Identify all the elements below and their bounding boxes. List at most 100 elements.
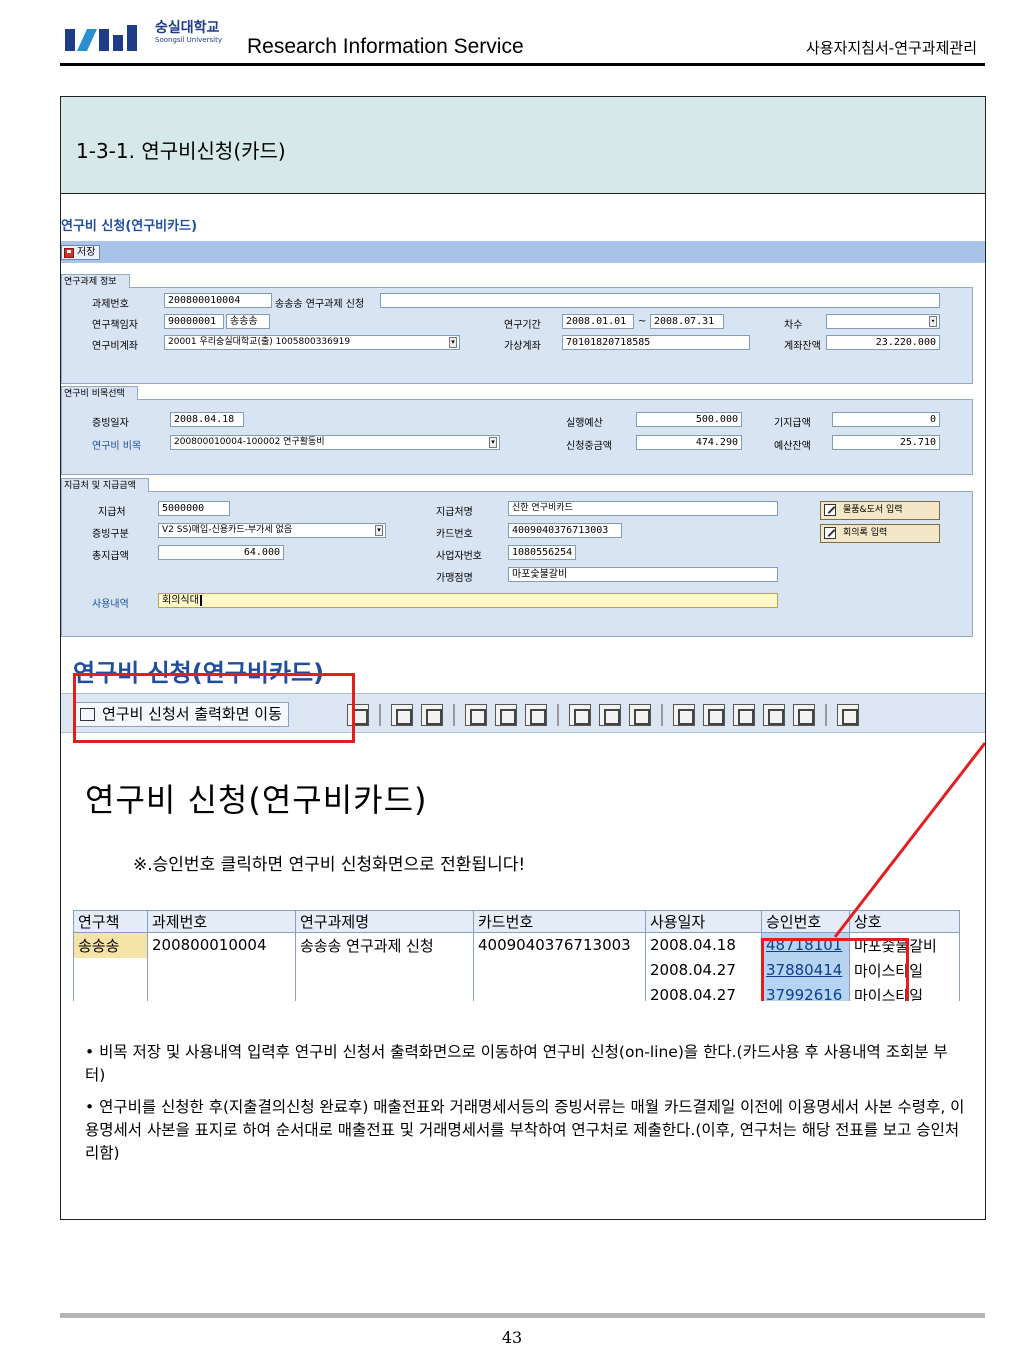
account-balance-field[interactable]: 23.220.000 bbox=[826, 335, 940, 350]
description-paragraph-2: • 연구비를 신청한 후(지출결의신청 완료후) 매출전표와 거래명세서등의 증… bbox=[85, 1098, 965, 1162]
table-cell bbox=[73, 982, 148, 1001]
layout-grid-icon[interactable] bbox=[837, 704, 859, 726]
first-page-icon[interactable] bbox=[391, 704, 413, 726]
toolbar-separator bbox=[661, 704, 663, 726]
minutes-button-label: 회의록 입력 bbox=[843, 528, 888, 538]
budget-item-tab: 연구비 비목선택 bbox=[61, 386, 138, 400]
minutes-input-button[interactable]: 회의록 입력 bbox=[820, 524, 940, 543]
account-select[interactable]: 20001 우리숭실대학교(출) 1005800336919 ▾ bbox=[164, 335, 460, 350]
usage-input[interactable]: 회의식대 bbox=[158, 593, 778, 608]
table-cell bbox=[147, 982, 296, 1001]
budget-item-group: 연구비 비목선택 증빙일자 2008.04.18 연구비 비목 20080001… bbox=[61, 386, 973, 475]
dropdown-icon: ▾ bbox=[929, 316, 937, 327]
footer-rule bbox=[60, 1313, 985, 1318]
budget-remaining-field[interactable]: 25.710 bbox=[832, 435, 940, 450]
requested-amount-label: 신청중금액 bbox=[566, 441, 612, 452]
export-icon[interactable] bbox=[673, 704, 695, 726]
edit-icon bbox=[824, 504, 836, 516]
sap-screen-zoomed: 연구비 신청(연구비카드) 연구비 신청서 출력화면 이동 연구비 신청(연구비… bbox=[61, 645, 985, 1001]
sap-screen-application: 연구비 신청(연구비카드) 저장 연구과제 정보 과제번호 2008000100… bbox=[61, 205, 985, 645]
payee-tab: 지급처 및 지급금액 bbox=[61, 478, 149, 492]
local-file-icon[interactable] bbox=[733, 704, 755, 726]
column-header[interactable]: 사용일자 bbox=[645, 910, 762, 933]
period-from-field[interactable]: 2008.01.01 bbox=[562, 314, 634, 329]
collapse-icon[interactable] bbox=[629, 704, 651, 726]
goods-books-button-label: 물품&도서 입력 bbox=[843, 505, 903, 515]
period-to-field[interactable]: 2008.07.31 bbox=[650, 314, 724, 329]
total-amount-field[interactable]: 64.000 bbox=[158, 545, 284, 560]
save-disk-icon bbox=[64, 247, 74, 258]
card-no-label: 카드번호 bbox=[436, 529, 473, 540]
virtual-account-field[interactable]: 70101820718585 bbox=[562, 335, 750, 350]
dropdown-icon: ▾ bbox=[375, 525, 383, 536]
store-name-field[interactable]: 마포숯불갈비 bbox=[508, 567, 778, 582]
evidence-type-value: V2 SS)매입-신용카드-부가세 없음 bbox=[162, 525, 293, 535]
filter-icon[interactable] bbox=[495, 704, 517, 726]
payee-label: 지급처 bbox=[98, 507, 126, 518]
sum-icon[interactable] bbox=[569, 704, 591, 726]
requested-amount-field[interactable]: 474.290 bbox=[636, 435, 742, 450]
column-header[interactable]: 카드번호 bbox=[473, 910, 646, 933]
card-no-field[interactable]: 4009040376713003 bbox=[508, 523, 622, 538]
biz-no-label: 사업자번호 bbox=[436, 551, 482, 562]
sap-toolbar: 저장 bbox=[61, 241, 985, 263]
table-cell: 200800010004 bbox=[147, 932, 296, 958]
column-header[interactable]: 연구책 bbox=[73, 910, 148, 933]
description-paragraph-1: • 비목 저장 및 사용내역 입력후 연구비 신청서 출력화면으로 이동하여 연… bbox=[85, 1043, 948, 1084]
evidence-date-label: 증빙일자 bbox=[92, 418, 129, 429]
funnel-icon[interactable] bbox=[525, 704, 547, 726]
approval-number-highlight bbox=[761, 938, 909, 1001]
evidence-type-label: 증빙구분 bbox=[92, 529, 129, 540]
round-select[interactable]: ▾ bbox=[826, 314, 940, 329]
account-balance-label: 계좌잔액 bbox=[784, 341, 821, 352]
biz-no-field[interactable]: 1080556254 bbox=[508, 545, 576, 560]
payee-name-field[interactable]: 신한 연구비카드 bbox=[508, 501, 778, 516]
virtual-account-label: 가상계좌 bbox=[504, 341, 541, 352]
table-cell bbox=[473, 982, 646, 1001]
print-icon[interactable] bbox=[465, 704, 487, 726]
account-label: 연구비계좌 bbox=[92, 341, 138, 352]
abc-icon[interactable] bbox=[763, 704, 785, 726]
evidence-date-field[interactable]: 2008.04.18 bbox=[170, 412, 244, 427]
table-cell: 4009040376713003 bbox=[473, 932, 646, 958]
budget-item-select[interactable]: 200800010004-100002 연구활동비 ▾ bbox=[170, 435, 500, 450]
project-no-field[interactable]: 200800010004 bbox=[164, 293, 272, 308]
evidence-type-select[interactable]: V2 SS)매입-신용카드-부가세 없음 ▾ bbox=[158, 523, 386, 538]
description-text: • 비목 저장 및 사용내역 입력후 연구비 신청서 출력화면으로 이동하여 연… bbox=[85, 1041, 965, 1174]
dropdown-icon: ▾ bbox=[489, 437, 497, 448]
subtotal-icon[interactable] bbox=[599, 704, 621, 726]
table-cell: 송송송 연구과제 신청 bbox=[295, 932, 474, 958]
page-number: 43 bbox=[501, 1328, 523, 1347]
pi-id-field[interactable]: 90000001 bbox=[164, 314, 224, 329]
university-name-en: Soongsil University bbox=[155, 36, 222, 44]
word-icon[interactable] bbox=[793, 704, 815, 726]
section-header: 1-3-1. 연구비신청(카드) bbox=[61, 97, 985, 194]
toolbar-separator bbox=[825, 704, 827, 726]
payee-field[interactable]: 5000000 bbox=[158, 501, 230, 516]
pi-name-field[interactable]: 송송송 bbox=[226, 314, 270, 329]
column-header[interactable]: 연구과제명 bbox=[295, 910, 474, 933]
column-header[interactable]: 과제번호 bbox=[147, 910, 296, 933]
paid-amount-field[interactable]: 0 bbox=[832, 412, 940, 427]
exec-budget-field[interactable]: 500.000 bbox=[636, 412, 742, 427]
university-name-kr: 숭실대학교 bbox=[155, 20, 220, 36]
goods-books-input-button[interactable]: 물품&도서 입력 bbox=[820, 501, 940, 520]
pi-label: 연구책임자 bbox=[92, 320, 138, 331]
payee-name-label: 지급처명 bbox=[436, 507, 473, 518]
save-button[interactable]: 저장 bbox=[61, 245, 101, 260]
project-info-group: 연구과제 정보 과제번호 200800010004 송송송 연구과제 신청 연구… bbox=[61, 274, 973, 384]
table-cell bbox=[295, 957, 474, 983]
university-logo-icon bbox=[65, 25, 137, 51]
print-button-highlight bbox=[73, 673, 355, 743]
project-name-field[interactable] bbox=[380, 293, 940, 308]
dropdown-icon: ▾ bbox=[449, 337, 457, 348]
content-frame: 1-3-1. 연구비신청(카드) 연구비 신청(연구비카드) 저장 연구과제 정… bbox=[60, 96, 986, 1220]
graph-icon[interactable] bbox=[703, 704, 725, 726]
last-page-icon[interactable] bbox=[421, 704, 443, 726]
table-cell bbox=[295, 982, 474, 1001]
section-title: 1-3-1. 연구비신청(카드) bbox=[76, 139, 286, 163]
table-cell: 2008.04.27 bbox=[645, 982, 762, 1001]
approval-note: ※.승인번호 클릭하면 연구비 신청화면으로 전환됩니다! bbox=[133, 855, 526, 875]
table-cell: 2008.04.18 bbox=[645, 932, 762, 958]
period-label: 연구기간 bbox=[504, 320, 541, 331]
